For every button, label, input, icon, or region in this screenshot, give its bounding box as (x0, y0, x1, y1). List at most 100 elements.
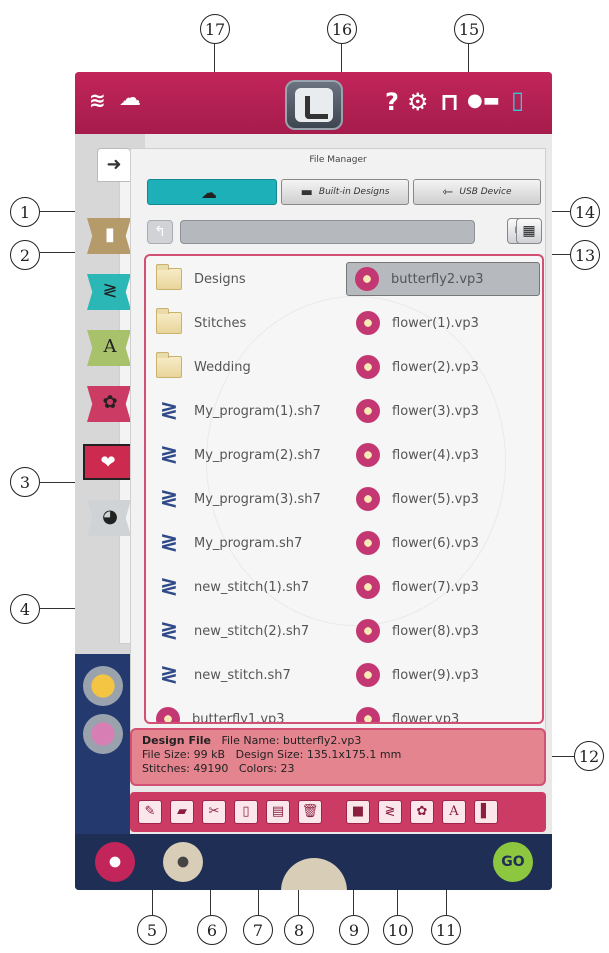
cut-button[interactable]: ✂ (202, 800, 226, 824)
panel-title: File Manager (309, 155, 367, 165)
list-item[interactable]: ≷ My_program(1).sh7 (156, 394, 321, 428)
folder-icon (156, 264, 182, 290)
file-name: Wedding (194, 359, 251, 375)
help-icon[interactable]: ? (385, 88, 399, 116)
design-file-icon (356, 311, 380, 335)
expand-arrow-tab[interactable]: ➜ (97, 148, 131, 182)
filter-fonts-button[interactable]: A (442, 800, 466, 824)
list-item[interactable]: flower(8).vp3 (356, 614, 479, 648)
folder-heart-icon: ❤ (100, 452, 116, 473)
callout-8: 8 (284, 915, 314, 945)
settings-icon[interactable]: ⚙ (407, 88, 429, 116)
list-item[interactable]: Designs (156, 262, 246, 296)
list-item[interactable]: flower(4).vp3 (356, 438, 479, 472)
callout-3: 3 (10, 467, 40, 497)
cloud-icon: ☁ (201, 182, 217, 202)
filter-folders-button[interactable]: ■ (346, 800, 370, 824)
new-folder-button[interactable]: ▰ (170, 800, 194, 824)
file-name: Designs (194, 271, 246, 287)
file-tab-button[interactable] (281, 858, 347, 890)
stitch-file-icon: ≷ (159, 662, 179, 687)
list-item[interactable]: ≷ new_stitch(2).sh7 (156, 614, 309, 648)
paste-button[interactable]: ▤ (266, 800, 290, 824)
up-folder-button[interactable]: ↰ (147, 220, 173, 244)
tablet-icon[interactable]: ▯ (511, 86, 524, 114)
list-item[interactable]: flower(1).vp3 (356, 306, 479, 340)
callout-14: 14 (570, 197, 600, 227)
jinny-button[interactable] (83, 714, 123, 754)
list-item[interactable]: ≷ new_stitch.sh7 (156, 658, 291, 692)
design-file-icon (356, 531, 380, 555)
list-item[interactable]: ≷ My_program.sh7 (156, 526, 303, 560)
file-name: flower(7).vp3 (392, 579, 479, 595)
wifi-icon: ≋ (89, 88, 106, 112)
file-name: My_program(1).sh7 (194, 403, 321, 419)
tab-colors[interactable]: ◕ (87, 500, 131, 536)
file-name: flower.vp3 (392, 711, 460, 724)
list-item[interactable]: flower(7).vp3 (356, 570, 479, 604)
list-item-selected[interactable]: butterfly2.vp3 (346, 262, 540, 296)
thumbnail-view-button[interactable]: ▦ (516, 218, 542, 244)
sewing-machine-icon: ▬ (300, 184, 313, 200)
delete-button[interactable]: 🗑 (298, 800, 322, 824)
file-name: flower(5).vp3 (392, 491, 479, 507)
filter-designs-button[interactable]: ✿ (410, 800, 434, 824)
stitch-file-icon: ≷ (159, 398, 179, 423)
list-item[interactable]: ≷ My_program(3).sh7 (156, 482, 321, 516)
copy-button[interactable]: ▯ (234, 800, 258, 824)
file-name: new_stitch.sh7 (194, 667, 291, 683)
bottom-bar: GO (75, 834, 552, 890)
file-name: flower(8).vp3 (392, 623, 479, 639)
source-builtin-button[interactable]: ▬ Built-in Designs (281, 179, 409, 205)
favorites-button[interactable] (83, 666, 123, 706)
list-item[interactable]: Wedding (156, 350, 251, 384)
list-item[interactable]: ≷ My_program(2).sh7 (156, 438, 321, 472)
list-item[interactable]: Stitches (156, 306, 246, 340)
callout-15: 15 (454, 14, 484, 44)
tab-stitches[interactable]: ≷ (87, 274, 131, 310)
list-item[interactable]: flower(6).vp3 (356, 526, 479, 560)
callout-6: 6 (197, 915, 227, 945)
cloud-icon[interactable]: ☁ (119, 86, 141, 111)
list-item[interactable]: butterfly1.vp3 (156, 702, 285, 724)
file-name: butterfly1.vp3 (192, 711, 285, 724)
tab-sewing[interactable]: ▮ (87, 218, 131, 254)
filter-stitches-button[interactable]: ≷ (378, 800, 402, 824)
file-name: flower(9).vp3 (392, 667, 479, 683)
list-item[interactable]: flower(2).vp3 (356, 350, 479, 384)
callout-5: 5 (137, 915, 167, 945)
callout-4: 4 (10, 594, 40, 624)
info-design-size: Design Size: 135.1x175.1 mm (235, 748, 402, 761)
stitch-heart-button[interactable] (163, 842, 203, 882)
list-item[interactable]: flower(9).vp3 (356, 658, 479, 692)
file-info-bar: Design File File Name: butterfly2.vp3 Fi… (130, 728, 546, 786)
list-item[interactable]: flower.vp3 (356, 702, 460, 724)
callout-9: 9 (339, 915, 369, 945)
go-button[interactable]: GO (493, 842, 533, 882)
design-file-icon (356, 443, 380, 467)
tab-fonts[interactable]: A (87, 330, 131, 366)
design-file-icon (356, 355, 380, 379)
source-usb-button[interactable]: ⇽ USB Device (413, 179, 541, 205)
info-type: Design File (142, 734, 211, 747)
callout-2: 2 (10, 240, 40, 270)
list-item[interactable]: flower(5).vp3 (356, 482, 479, 516)
home-button[interactable] (285, 80, 343, 130)
tab-designs[interactable]: ✿ (87, 386, 131, 422)
top-bar: ≋ ☁ ? ⚙ ⊓ ●▬ ▯ (75, 72, 552, 134)
callout-7: 7 (243, 915, 273, 945)
cloud-heart-button[interactable] (95, 842, 135, 882)
rename-button[interactable]: ✎ (138, 800, 162, 824)
filter-other-button[interactable]: ▌ (474, 800, 498, 824)
tab-file-manager[interactable]: ❤ (83, 444, 133, 480)
source-usb-label: USB Device (459, 187, 512, 197)
presser-foot-icon[interactable]: ⊓ (440, 88, 459, 116)
file-list[interactable]: Designs Stitches Wedding ≷ My_program(1).… (144, 254, 544, 724)
stitch-file-icon: ≷ (159, 618, 179, 643)
file-name: My_program(2).sh7 (194, 447, 321, 463)
source-cloud-button[interactable]: ☁ (147, 179, 277, 205)
toggle-icon[interactable]: ●▬ (467, 90, 500, 111)
list-item[interactable]: flower(3).vp3 (356, 394, 479, 428)
folder-icon (156, 308, 182, 334)
list-item[interactable]: ≷ new_stitch(1).sh7 (156, 570, 309, 604)
